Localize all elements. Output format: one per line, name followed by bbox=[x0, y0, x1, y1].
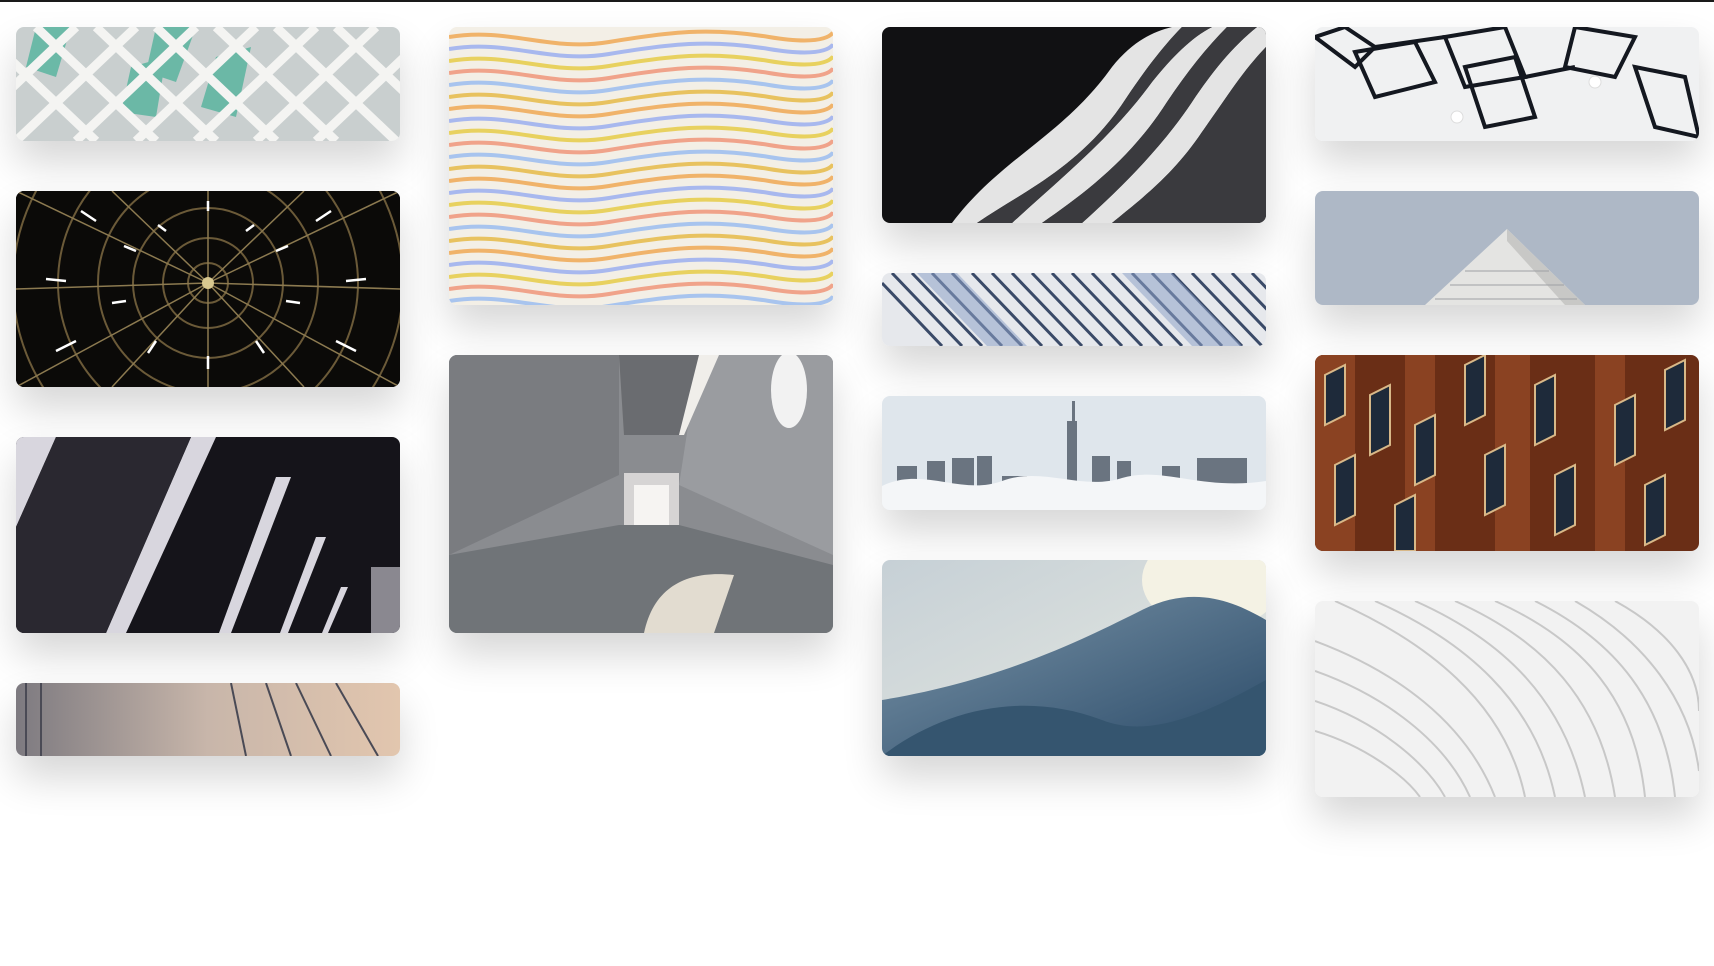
photo-white-ribbed-structure[interactable] bbox=[1315, 601, 1699, 797]
photo-wooden-window-facade[interactable] bbox=[1315, 355, 1699, 551]
abstract-curves-image bbox=[882, 560, 1266, 756]
foggy-lines-image bbox=[16, 683, 400, 756]
wooden-facade-image bbox=[1315, 355, 1699, 551]
radial-dome-image bbox=[16, 191, 400, 387]
white-ribbed-image bbox=[1315, 601, 1699, 797]
photo-city-above-clouds[interactable] bbox=[882, 396, 1266, 510]
photo-radial-dome-ceiling[interactable] bbox=[16, 191, 400, 387]
photo-concrete-corridor[interactable] bbox=[449, 355, 833, 633]
curved-building-image bbox=[882, 27, 1266, 223]
building-corner-image bbox=[1315, 191, 1699, 305]
photo-cube-lamps[interactable] bbox=[1315, 27, 1699, 141]
concrete-corridor-image bbox=[449, 355, 833, 633]
photo-curved-white-building[interactable] bbox=[882, 27, 1266, 223]
photo-abstract-curves[interactable] bbox=[882, 560, 1266, 756]
dark-beams-image bbox=[16, 437, 400, 633]
photo-wavy-pastel-stripes[interactable] bbox=[449, 27, 833, 305]
wavy-stripes-image bbox=[449, 27, 833, 305]
photo-diamond-lattice-facade[interactable] bbox=[16, 27, 400, 141]
city-clouds-image bbox=[882, 396, 1266, 510]
diagonal-stripes-image bbox=[882, 273, 1266, 346]
diamond-lattice-image bbox=[16, 27, 400, 141]
cube-lamps-image bbox=[1315, 27, 1699, 141]
photo-foggy-vertical-lines[interactable] bbox=[16, 683, 400, 756]
photo-building-corner-sky[interactable] bbox=[1315, 191, 1699, 305]
photo-diagonal-stripes[interactable] bbox=[882, 273, 1266, 346]
photo-dark-diagonal-beams[interactable] bbox=[16, 437, 400, 633]
image-gallery bbox=[0, 0, 1714, 966]
